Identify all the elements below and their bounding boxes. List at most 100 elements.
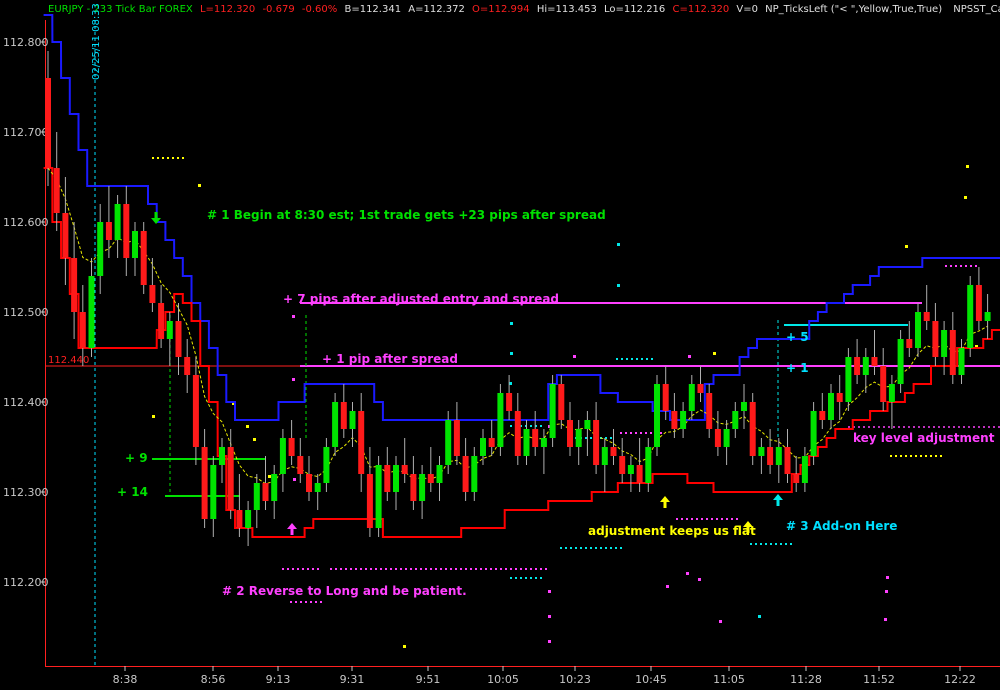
indicator-dot xyxy=(380,568,382,570)
candle-body xyxy=(105,222,112,240)
indicator-dot xyxy=(785,543,787,545)
annotation-plus-1: + 1 pip after spread xyxy=(322,352,458,366)
indicator-dot xyxy=(403,645,406,648)
indicator-dot xyxy=(755,543,757,545)
indicator-dot xyxy=(698,578,701,581)
indicator-dot xyxy=(295,601,297,603)
indicator-dot xyxy=(925,455,927,457)
chart-root: EURJPY - 233 Tick Bar FOREX L=112.320 -0… xyxy=(0,0,1000,686)
indicator-dot xyxy=(721,518,723,520)
indicator-dot xyxy=(970,265,972,267)
indicator-dot xyxy=(485,568,487,570)
indicator-dot xyxy=(317,568,319,570)
indicator-dot xyxy=(530,568,532,570)
indicator-dot xyxy=(292,568,294,570)
header-bar: EURJPY - 233 Tick Bar FOREX L=112.320 -0… xyxy=(48,4,1000,15)
candle-body xyxy=(697,384,704,393)
indicator-dot xyxy=(646,358,648,360)
candle-body xyxy=(958,348,965,375)
candle-body xyxy=(836,393,843,402)
indicator-dot xyxy=(790,543,792,545)
annotation-adjustment: adjustment keeps us flat xyxy=(588,524,756,538)
indicator-dot xyxy=(365,568,367,570)
indicator-dot xyxy=(760,543,762,545)
indicator-dot xyxy=(719,620,722,623)
x-tick-label: 11:05 xyxy=(713,673,745,686)
candle-body xyxy=(349,411,356,429)
candle-body xyxy=(671,411,678,429)
header-close: C=112.320 xyxy=(672,4,729,15)
indicator-dot xyxy=(290,601,292,603)
indicator-dot xyxy=(595,547,597,549)
indicator-dot xyxy=(770,543,772,545)
candle-body xyxy=(314,483,321,492)
indicator-dot xyxy=(282,568,284,570)
candle-body xyxy=(810,411,817,456)
candle-body xyxy=(593,420,600,465)
indicator-dot xyxy=(345,568,347,570)
indicator-dot xyxy=(780,543,782,545)
annotation-plus-9: + 9 xyxy=(125,451,148,465)
candle-body xyxy=(567,420,573,447)
indicator-dot xyxy=(560,547,562,549)
y-tick-label: 112.700 xyxy=(3,126,49,139)
indicator-dot xyxy=(510,568,512,570)
indicator-dot xyxy=(435,568,437,570)
candle-body xyxy=(784,447,791,474)
annotation-key-level: key level adjustment xyxy=(853,431,995,445)
indicator-dot xyxy=(935,455,937,457)
candle-body xyxy=(393,465,399,492)
indicator-dot xyxy=(964,196,967,199)
indicator-dot xyxy=(885,590,888,593)
indicator-dot xyxy=(731,518,733,520)
candle-body xyxy=(184,357,191,375)
indicator-dot xyxy=(515,568,517,570)
indicator-dot xyxy=(360,568,362,570)
indicator-dot xyxy=(651,358,653,360)
indicator-dot xyxy=(177,157,179,159)
indicator-dot xyxy=(681,518,683,520)
indicator-dot xyxy=(495,568,497,570)
candle-body xyxy=(540,438,547,447)
candle-body xyxy=(706,393,713,429)
indicator-dot xyxy=(884,618,887,621)
indicator-dot xyxy=(450,568,452,570)
candle-body xyxy=(236,510,243,528)
y-tick-label: 112.300 xyxy=(3,486,49,499)
candle-body xyxy=(949,330,956,375)
candle-body xyxy=(601,447,608,465)
indicator-dot xyxy=(400,568,402,570)
candle-body xyxy=(749,402,756,456)
annotation-trade-3: # 3 Add-on Here xyxy=(786,519,897,533)
indicator-dot xyxy=(660,432,662,434)
indicator-dot xyxy=(645,432,647,434)
indicator-dot xyxy=(635,432,637,434)
indicator-dot xyxy=(640,432,642,434)
indicator-dot xyxy=(172,157,174,159)
candle-body xyxy=(384,465,391,492)
indicator-dot xyxy=(617,243,620,246)
indicator-dot xyxy=(886,576,889,579)
indicator-dot xyxy=(500,568,502,570)
indicator-dot xyxy=(420,568,422,570)
indicator-dot xyxy=(287,568,289,570)
indicator-dot xyxy=(510,425,512,427)
candle-body xyxy=(149,285,156,303)
indicator-dot xyxy=(370,568,372,570)
indicator-dot xyxy=(570,547,572,549)
x-tick-label: 10:23 xyxy=(559,673,591,686)
candle-body xyxy=(192,375,199,447)
candle-body xyxy=(619,456,626,474)
candle-body xyxy=(549,384,556,438)
candle-body xyxy=(158,303,165,339)
indicator-dot xyxy=(152,415,155,418)
indicator-dot xyxy=(615,547,617,549)
candle-body xyxy=(627,465,634,474)
candle-body xyxy=(828,393,834,420)
indicator-dot xyxy=(415,568,417,570)
indicator-dot xyxy=(565,547,567,549)
annotation-trade-2: # 2 Reverse to Long and be patient. xyxy=(222,584,467,598)
indicator-dot xyxy=(535,577,537,579)
candle-body xyxy=(967,285,974,348)
candle-body xyxy=(271,474,278,501)
